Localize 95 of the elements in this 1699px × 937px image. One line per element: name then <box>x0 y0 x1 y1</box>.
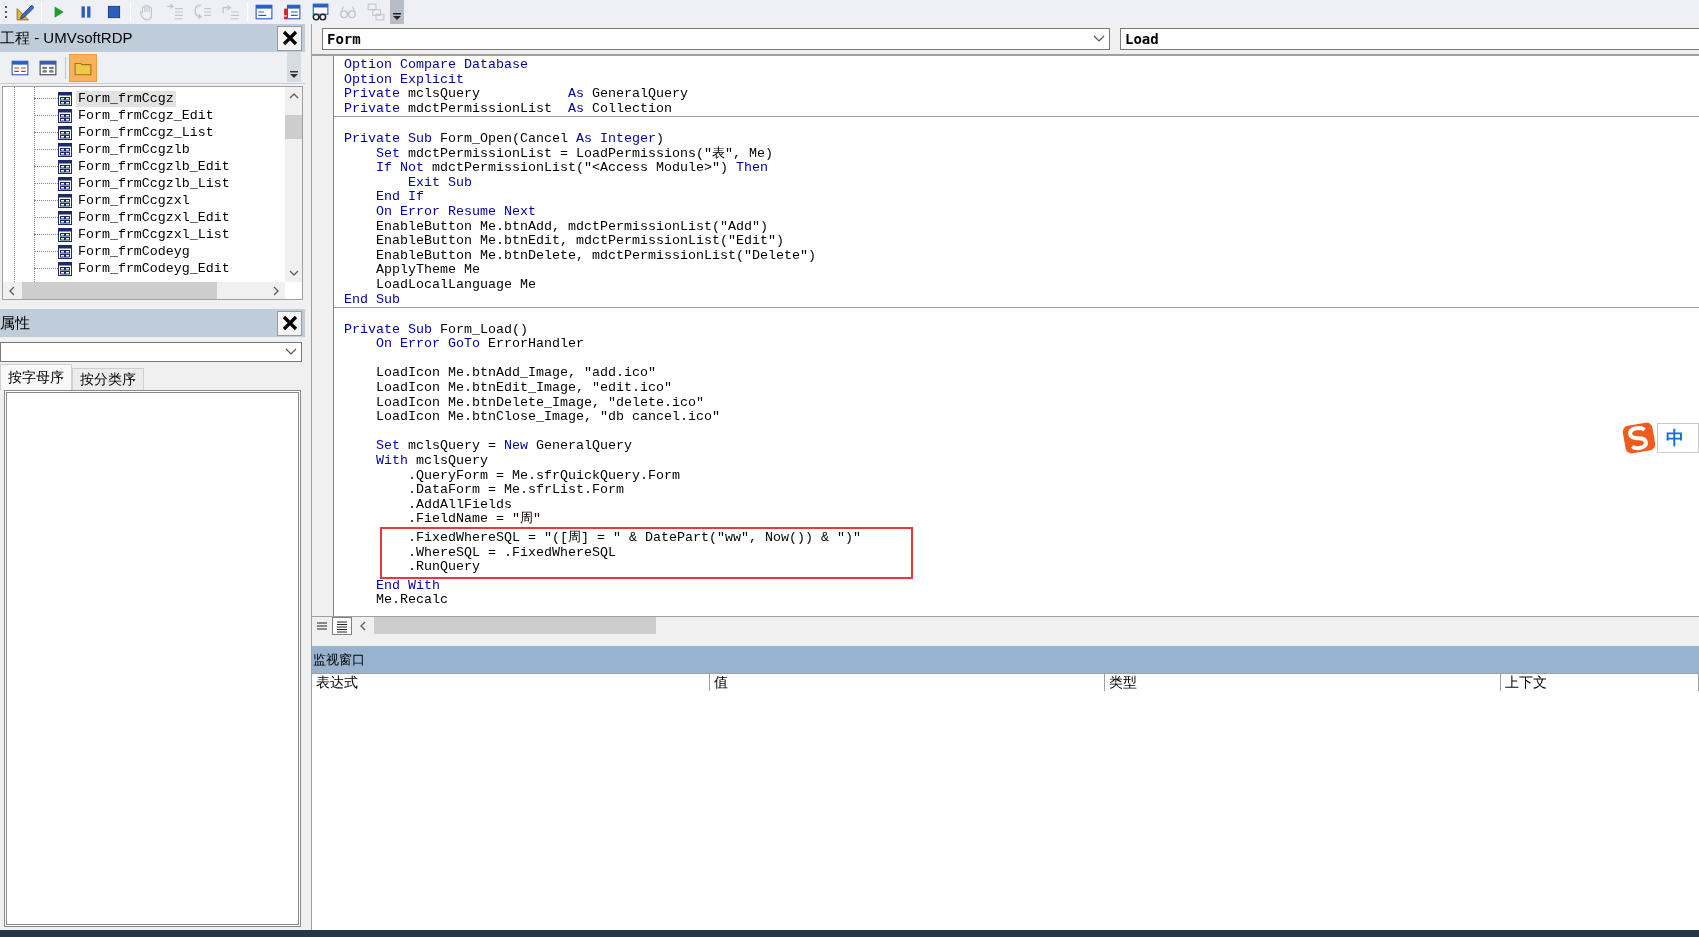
tree-item[interactable]: Form_frmCcgz_List <box>76 124 216 141</box>
close-button[interactable] <box>277 25 302 51</box>
code-line: .WhereSQL = .FixedWhereSQL <box>408 545 616 561</box>
tree-item[interactable]: Form_frmCcgzlb <box>76 141 192 158</box>
form-icon <box>58 142 72 157</box>
pencil-ruler-icon[interactable] <box>16 3 34 21</box>
ime-indicator[interactable]: 中 <box>1657 423 1699 453</box>
code-line: LoadIcon Me.btnEdit_Image, "edit.ico" <box>376 381 672 396</box>
form-icon <box>58 227 72 242</box>
tree-item[interactable]: Form_frmCcgz <box>76 90 176 107</box>
form-icon <box>58 108 72 123</box>
tree-item[interactable]: Form_frmCodeyg_Edit <box>76 260 232 277</box>
column-header[interactable]: 类型 <box>1105 674 1501 691</box>
code-line: .AddAllFields <box>408 497 512 513</box>
code-line: EnableButton Me.btnDelete, mdctPermissionList("Delete") <box>376 248 816 264</box>
code-line: ApplyTheme Me <box>376 263 480 278</box>
code-line: Me.Recalc <box>376 593 448 608</box>
scrollbar-thumb[interactable] <box>374 617 656 634</box>
caret-icon <box>289 71 299 79</box>
close-button[interactable] <box>277 310 302 336</box>
window-glasses-icon[interactable] <box>311 3 329 21</box>
code-line: If Not mdctPermissionList("<Access Module>") Then <box>376 161 768 176</box>
code-view-icon <box>11 58 29 77</box>
code-line: Private mclsQuery As GeneralQuery <box>344 87 688 102</box>
view-button[interactable] <box>332 616 352 635</box>
code-line: Set mclsQuery = New GeneralQuery <box>376 439 632 455</box>
code-line: End With <box>376 578 440 594</box>
module-view-icon <box>335 618 349 633</box>
tab[interactable]: 按分类序 <box>72 368 144 390</box>
tree-item[interactable]: Form_frmCcgzlb_Edit <box>76 158 232 175</box>
stop-icon[interactable] <box>105 3 123 21</box>
code-line: LoadIcon Me.btnClose_Image, "db cancel.ico" <box>376 410 720 425</box>
overflow-button[interactable] <box>287 52 301 82</box>
code-line: Private Sub Form_Open(Cancel As Integer) <box>344 131 664 147</box>
tree-item[interactable]: Form_frmCcgz_Edit <box>76 107 216 124</box>
code-line: Option Explicit <box>344 72 464 88</box>
code-line: Set mdctPermissionList = LoadPermissions("表", Me) <box>376 146 773 162</box>
window-alert-icon[interactable] <box>283 3 301 21</box>
code-line: .FieldName = "周" <box>408 512 541 527</box>
scrollbar[interactable] <box>285 87 302 282</box>
code-line: Option Compare Database <box>344 58 528 73</box>
column-header[interactable]: 表达式 <box>312 674 710 691</box>
scrollbar-thumb[interactable] <box>22 282 217 299</box>
column-header[interactable]: 上下文 <box>1501 674 1699 691</box>
logo-icon <box>1621 421 1657 455</box>
panel-title: 属性 <box>0 312 30 333</box>
form-icon <box>58 210 72 225</box>
form-icon <box>58 176 72 191</box>
code-line: LoadIcon Me.btnDelete_Image, "delete.ico" <box>376 395 704 411</box>
tree-item[interactable]: Form_frmCcgzxl_List <box>76 226 232 243</box>
form-view-icon <box>39 58 57 77</box>
tab[interactable]: 按字母序 <box>0 364 72 390</box>
form-icon <box>58 159 72 174</box>
scrollbar-thumb[interactable] <box>285 115 302 139</box>
code-line: LoadIcon Me.btnAdd_Image, "add.ico" <box>376 366 656 382</box>
code-line: End Sub <box>344 292 400 308</box>
close-icon <box>281 315 298 331</box>
code-line: End If <box>376 190 424 205</box>
form-icon <box>58 244 72 259</box>
tree-item[interactable]: Form_frmCodeyg <box>76 243 192 260</box>
close-icon <box>281 30 298 46</box>
form-icon <box>58 91 72 106</box>
form-icon <box>58 193 72 208</box>
panel-title: 工程 - UMVsoftRDP <box>0 27 133 48</box>
code-line: .FixedWhereSQL = "([周] = " & DatePart("ww", Now()) & ")" <box>408 531 861 546</box>
caret-icon <box>392 13 402 21</box>
code-line: On Error Resume Next <box>376 204 536 220</box>
code-line: Private mdctPermissionList As Collection <box>344 101 672 117</box>
procedure-combo[interactable]: Load <box>1120 28 1699 50</box>
code-line: EnableButton Me.btnEdit, mdctPermissionList("Edit") <box>376 234 784 249</box>
code-line: .DataForm = Me.sfrList.Form <box>408 483 624 498</box>
tree-item[interactable]: Form_frmCcgzxl <box>76 192 192 209</box>
column-header[interactable]: 值 <box>710 674 1105 691</box>
code-line: .RunQuery <box>408 560 480 575</box>
code-line: With mclsQuery <box>376 454 488 469</box>
window-icon[interactable] <box>255 3 273 21</box>
chevron-down-icon <box>1093 35 1105 43</box>
code-line: .QueryForm = Me.sfrQuickQuery.Form <box>408 468 680 484</box>
scrollbar[interactable] <box>3 282 285 299</box>
code-line: Private Sub Form_Load() <box>344 322 528 338</box>
form-icon <box>58 261 72 276</box>
overflow-button[interactable] <box>390 0 404 24</box>
tree-item[interactable]: Form_frmCcgzxl_Edit <box>76 209 232 226</box>
toolbar-button[interactable] <box>69 53 97 82</box>
code-line: Exit Sub <box>408 175 472 191</box>
panel-title: 监视窗口 <box>313 650 365 669</box>
code-line: LoadLocalLanguage Me <box>376 277 536 293</box>
object-dropdown[interactable] <box>0 342 302 362</box>
chevron-down-icon <box>285 348 297 356</box>
code-line: On Error GoTo ErrorHandler <box>376 337 584 352</box>
object-combo[interactable]: Form <box>322 28 1110 50</box>
code-line: EnableButton Me.btnAdd, mdctPermissionList("Add") <box>376 219 768 235</box>
code-editor[interactable] <box>334 56 1699 616</box>
form-icon <box>58 125 72 140</box>
tree-item[interactable]: Form_frmCcgzlb_List <box>76 175 232 192</box>
